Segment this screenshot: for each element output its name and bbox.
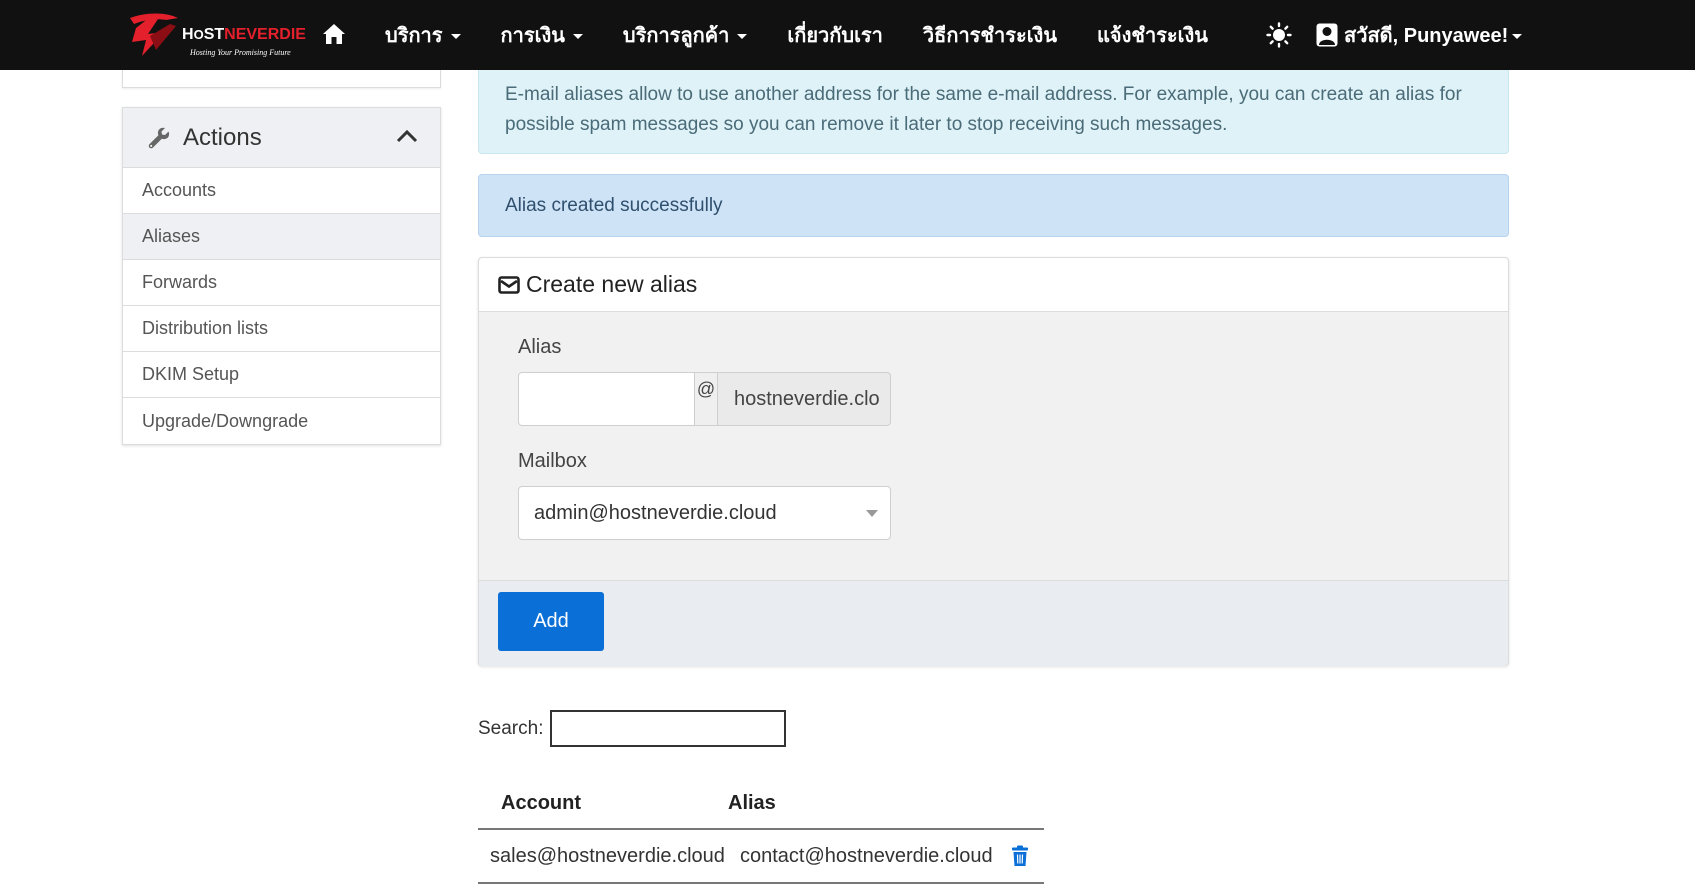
- caret-down-icon: [450, 34, 461, 39]
- nav-item-payment-methods[interactable]: วิธีการชำระเงิน: [923, 19, 1057, 51]
- success-alert: Alias created successfully: [478, 174, 1509, 237]
- sidebar-item-upgrade-downgrade[interactable]: Upgrade/Downgrade: [123, 398, 440, 444]
- sidebar-item-forwards[interactable]: Forwards: [123, 260, 440, 306]
- table-header: Account Alias: [478, 778, 1044, 830]
- info-alert: E-mail aliases allow to use another addr…: [478, 70, 1509, 154]
- column-header-account[interactable]: Account: [478, 792, 728, 815]
- caret-down-icon: [1512, 34, 1523, 39]
- nav-item-services[interactable]: บริการ: [385, 19, 461, 51]
- alias-input-group: @ hostneverdie.clo: [518, 372, 891, 426]
- actions-panel: Actions Accounts Aliases Forwards Distri…: [122, 107, 441, 445]
- sidebar-item-dkim-setup[interactable]: DKIM Setup: [123, 352, 440, 398]
- wrench-icon: [148, 127, 170, 148]
- card-footer: Add: [479, 580, 1508, 666]
- user-greeting: สวัสดี, Punyawee!: [1344, 25, 1509, 47]
- trash-icon[interactable]: [1011, 845, 1029, 867]
- nav-item-support[interactable]: บริการลูกค้า: [623, 19, 748, 51]
- nav-item-billing[interactable]: การเงิน: [501, 19, 583, 51]
- cell-alias: contact@hostneverdie.cloud: [740, 844, 993, 867]
- mailbox-select[interactable]: admin@hostneverdie.cloud: [518, 486, 891, 540]
- mailbox-label: Mailbox: [518, 450, 587, 472]
- nav-item-payment-notify[interactable]: แจ้งชำระเงิน: [1097, 19, 1208, 51]
- search-input[interactable]: [550, 710, 786, 747]
- actions-title: Actions: [183, 123, 262, 151]
- top-navbar: HOSTNEVERDIE Hosting Your Promising Futu…: [0, 0, 1695, 70]
- column-header-alias[interactable]: Alias: [728, 792, 776, 815]
- mailbox-selected-value: admin@hostneverdie.cloud: [534, 501, 777, 524]
- add-button[interactable]: Add: [498, 592, 604, 651]
- at-symbol: @: [695, 372, 717, 426]
- brand-name: HOSTNEVERDIE: [182, 26, 306, 43]
- search-label: Search:: [478, 718, 544, 739]
- create-alias-card: Create new alias Alias @ hostneverdie.cl…: [478, 257, 1509, 666]
- brand-swoosh-icon: [130, 13, 178, 56]
- sun-icon[interactable]: [1266, 22, 1292, 48]
- user-menu[interactable]: สวัสดี, Punyawee!: [1316, 0, 1523, 70]
- sidebar-top-panel: [122, 70, 441, 88]
- card-title: Create new alias: [526, 271, 698, 297]
- sidebar-item-aliases[interactable]: Aliases: [123, 214, 440, 260]
- nav-menu: บริการ การเงิน บริการลูกค้า เกี่ยวกับเรา…: [385, 0, 1248, 70]
- caret-down-icon: [737, 34, 748, 39]
- select-caret-icon: [866, 510, 878, 517]
- alias-input[interactable]: [518, 372, 695, 426]
- actions-header[interactable]: Actions: [123, 108, 440, 168]
- sidebar-item-accounts[interactable]: Accounts: [123, 168, 440, 214]
- card-header: Create new alias: [479, 258, 1508, 312]
- table-row: sales@hostneverdie.cloud contact@hostnev…: [478, 830, 1044, 884]
- envelope-icon: [498, 275, 520, 294]
- aliases-table: Account Alias sales@hostneverdie.cloud c…: [478, 778, 1044, 884]
- brand-logo[interactable]: HOSTNEVERDIE Hosting Your Promising Futu…: [126, 10, 306, 60]
- user-icon: [1316, 23, 1338, 47]
- chevron-up-icon[interactable]: [396, 128, 418, 144]
- brand-tagline: Hosting Your Promising Future: [190, 48, 291, 57]
- domain-addon: hostneverdie.clo: [717, 372, 891, 426]
- sidebar-item-distribution-lists[interactable]: Distribution lists: [123, 306, 440, 352]
- cell-account: sales@hostneverdie.cloud: [490, 844, 725, 867]
- nav-item-about[interactable]: เกี่ยวกับเรา: [787, 19, 883, 51]
- alias-label: Alias: [518, 336, 562, 358]
- home-icon[interactable]: [322, 23, 346, 45]
- caret-down-icon: [572, 34, 583, 39]
